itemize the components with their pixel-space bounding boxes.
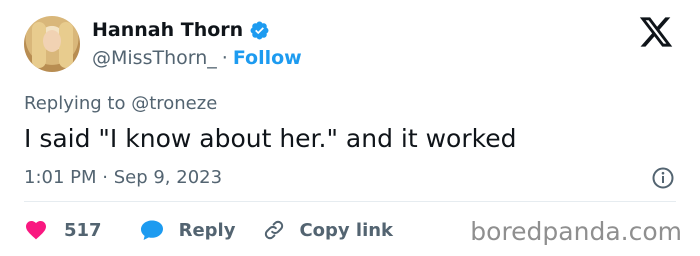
replying-to[interactable]: Replying to @troneze: [24, 92, 217, 116]
avatar-hair-right: [59, 22, 73, 68]
x-logo-icon[interactable]: [638, 14, 674, 50]
action-bar: 517 Reply Copy link: [24, 212, 393, 248]
handle-separator: ·: [221, 47, 228, 69]
heart-icon: [26, 221, 46, 240]
tweet-timestamp[interactable]: 1:01 PM · Sep 9, 2023: [24, 166, 222, 190]
watermark: boredpanda.com: [470, 217, 682, 246]
author-handle[interactable]: @MissThorn_: [92, 47, 217, 69]
reply-label: Reply: [178, 219, 236, 241]
link-icon: [265, 220, 284, 240]
follow-button[interactable]: Follow: [233, 47, 302, 69]
reply-button[interactable]: Reply: [139, 218, 236, 242]
info-icon[interactable]: [651, 166, 675, 190]
author-avatar[interactable]: [24, 16, 80, 72]
reply-bubble-icon: [140, 220, 163, 240]
avatar-face: [43, 30, 61, 52]
author-handle-row: @MissThorn_ · Follow: [92, 46, 302, 70]
copy-link-label: Copy link: [299, 219, 394, 241]
likes-count: 517: [64, 219, 102, 241]
copy-link-button[interactable]: Copy link: [263, 219, 393, 241]
verified-badge-icon: [250, 21, 269, 40]
like-button[interactable]: 517: [24, 218, 102, 242]
tweet-text: I said "I know about her." and it worked: [24, 124, 517, 153]
author-name[interactable]: Hannah Thorn: [92, 18, 243, 42]
divider: [24, 201, 676, 202]
